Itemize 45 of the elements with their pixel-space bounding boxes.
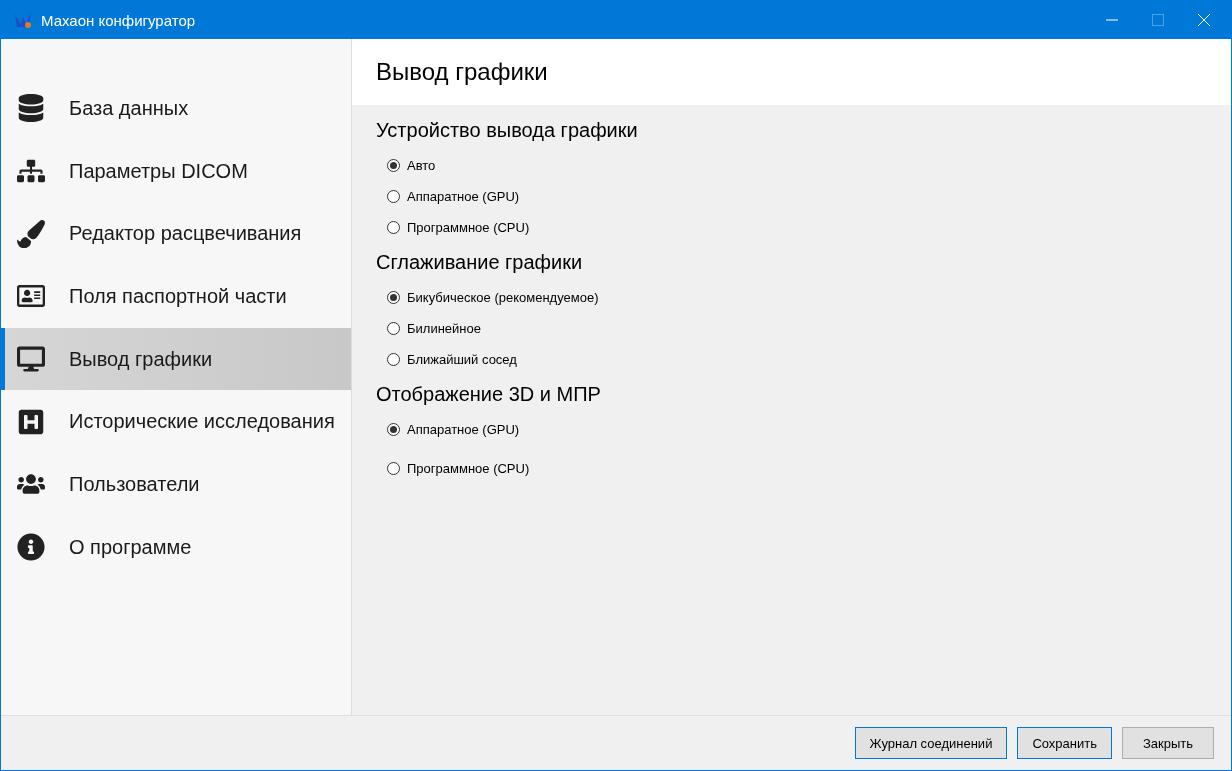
dialog-button[interactable]: Закрыть (1122, 727, 1214, 759)
group-title: Сглаживание графики (376, 251, 584, 274)
sidebar-item[interactable]: Вывод графики (1, 327, 351, 391)
sidebar-item[interactable]: Редактор расцвечивания (1, 202, 351, 266)
monitor-icon (15, 345, 47, 374)
radio-button[interactable] (387, 353, 400, 366)
radio-button[interactable] (387, 291, 400, 304)
radio-label[interactable]: Аппаратное (GPU) (407, 189, 520, 204)
app-logo-icon (13, 10, 33, 30)
radio-button[interactable] (387, 221, 400, 234)
info-icon (15, 533, 47, 562)
radio-label[interactable]: Авто (407, 158, 436, 173)
radio-label[interactable]: Программное (CPU) (407, 461, 530, 476)
sidebar-item[interactable]: О программе (1, 515, 351, 579)
radio-button[interactable] (387, 190, 400, 203)
radio-button[interactable] (387, 322, 400, 335)
radio-button[interactable] (387, 159, 400, 172)
sidebar-item-label: База данных (69, 96, 189, 120)
sidebar-item-label: Редактор расцвечивания (69, 222, 302, 246)
close-icon (1198, 14, 1210, 26)
radio-label[interactable]: Бикубическое (рекомендуемое) (407, 290, 599, 305)
dialog-button[interactable]: Журнал соединений (854, 727, 1008, 759)
brush-icon (15, 219, 47, 248)
radio-label[interactable]: Программное (CPU) (407, 220, 530, 235)
group-title: Устройство вывода графики (376, 119, 639, 142)
radio-label[interactable]: Билинейное (407, 321, 481, 336)
radio-button[interactable] (387, 423, 400, 436)
radio-button[interactable] (387, 462, 400, 475)
group-title: Отображение 3D и МПР (376, 383, 602, 406)
sidebar-item-label: Поля паспортной части (69, 284, 287, 308)
radio-label[interactable]: Ближайший сосед (407, 352, 517, 367)
dialog-button[interactable]: Сохранить (1017, 727, 1112, 759)
sidebar-item-label: Параметры DICOM (69, 159, 248, 183)
page-title: Вывод графики (376, 58, 548, 86)
sidebar-item-label: Вывод графики (69, 347, 213, 371)
sidebar-item-label: Исторические исследования (69, 410, 335, 434)
sidebar-item-label: О программе (69, 535, 192, 559)
window-title: Махаон конфигуратор (41, 11, 196, 29)
sidebar-item-label: Пользователи (69, 472, 200, 496)
radio-label[interactable]: Аппаратное (GPU) (407, 422, 520, 437)
sidebar-item[interactable]: Пользователи (1, 453, 351, 516)
sidebar-item[interactable]: База данных (1, 77, 351, 140)
sidebar-item[interactable]: Поля паспортной части (1, 265, 351, 328)
sidebar-item[interactable]: Исторические исследования (1, 390, 351, 454)
sidebar-item[interactable]: Параметры DICOM (1, 139, 351, 203)
